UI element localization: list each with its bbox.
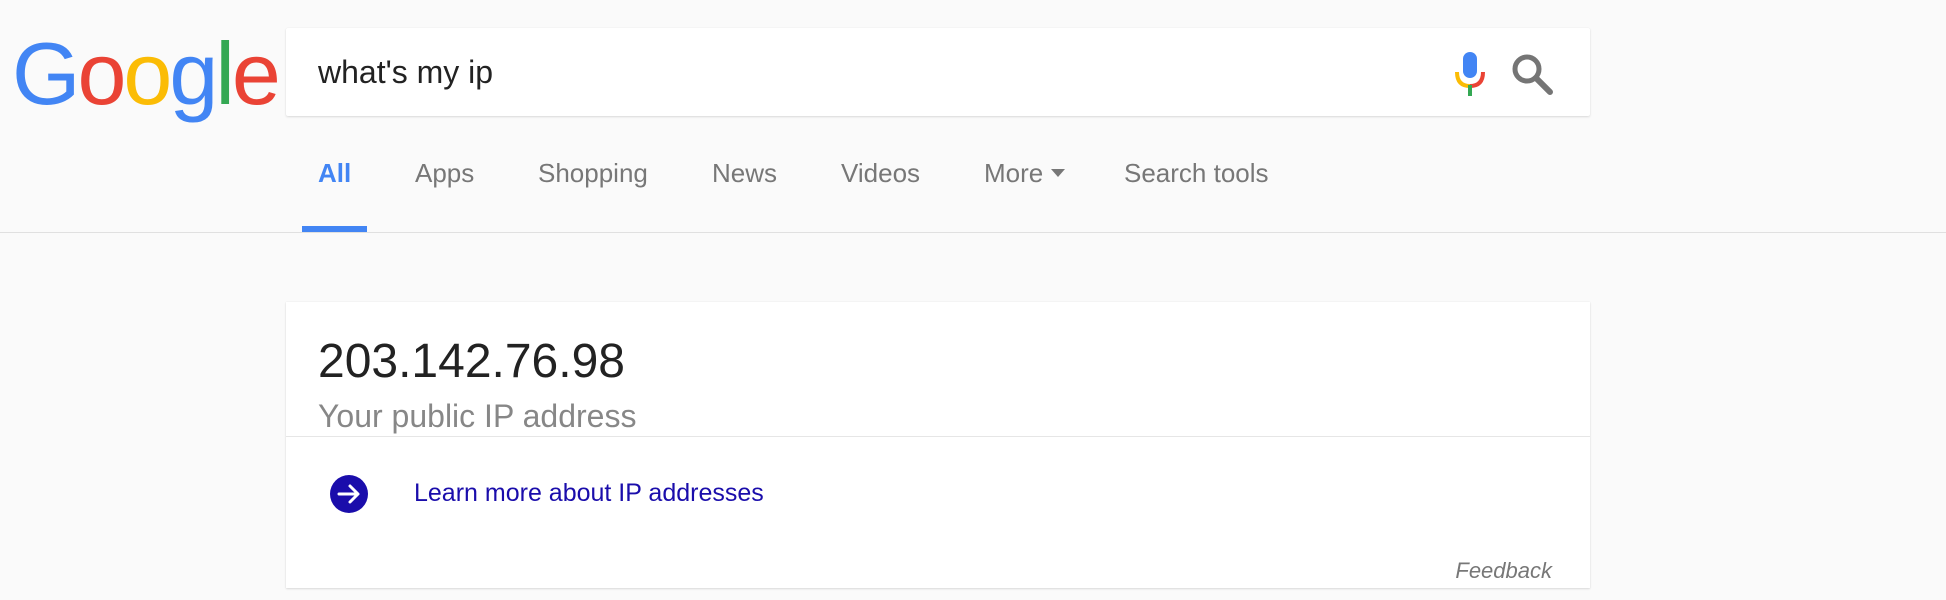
tab-label: Shopping bbox=[538, 158, 648, 188]
search-input[interactable] bbox=[318, 28, 1398, 116]
google-logo[interactable]: Google bbox=[12, 24, 281, 123]
logo-letter: g bbox=[169, 24, 218, 123]
active-tab-indicator bbox=[302, 226, 368, 232]
tab-search-tools[interactable]: Search tools bbox=[1124, 158, 1269, 232]
feedback-link[interactable]: Feedback bbox=[1455, 558, 1552, 584]
search-box bbox=[286, 28, 1590, 116]
tab-shopping[interactable]: Shopping bbox=[538, 158, 648, 232]
ip-answer-card: 203.142.76.98 Your public IP address Lea… bbox=[286, 302, 1590, 588]
tab-label: Videos bbox=[841, 158, 921, 188]
tab-label: All bbox=[318, 158, 352, 188]
tab-more[interactable]: More bbox=[984, 158, 1066, 232]
logo-letter: G bbox=[12, 24, 80, 123]
learn-more-link[interactable]: Learn more about IP addresses bbox=[414, 479, 764, 508]
chevron-down-icon bbox=[1051, 169, 1066, 178]
tab-label: News bbox=[712, 158, 778, 188]
search-tabs: All Apps Shopping News Videos More Searc… bbox=[0, 140, 1946, 233]
logo-letter: l bbox=[215, 24, 234, 123]
tab-news[interactable]: News bbox=[712, 158, 777, 232]
ip-address-value: 203.142.76.98 bbox=[318, 335, 625, 388]
search-icon[interactable] bbox=[1508, 50, 1556, 98]
tab-label: More bbox=[984, 158, 1044, 188]
tab-all[interactable]: All bbox=[302, 158, 368, 232]
logo-letter: e bbox=[231, 24, 281, 123]
ip-address-caption: Your public IP address bbox=[318, 398, 637, 434]
tab-label: Apps bbox=[415, 158, 475, 188]
logo-letter: o bbox=[123, 24, 172, 123]
learn-more-row[interactable]: Learn more about IP addresses bbox=[286, 437, 1590, 537]
tab-videos[interactable]: Videos bbox=[841, 158, 920, 232]
tab-apps[interactable]: Apps bbox=[415, 158, 474, 232]
logo-letter: o bbox=[77, 24, 126, 123]
arrow-circle-right-icon[interactable] bbox=[330, 475, 368, 513]
microphone-icon[interactable] bbox=[1448, 50, 1492, 98]
tab-label: Search tools bbox=[1124, 158, 1269, 188]
